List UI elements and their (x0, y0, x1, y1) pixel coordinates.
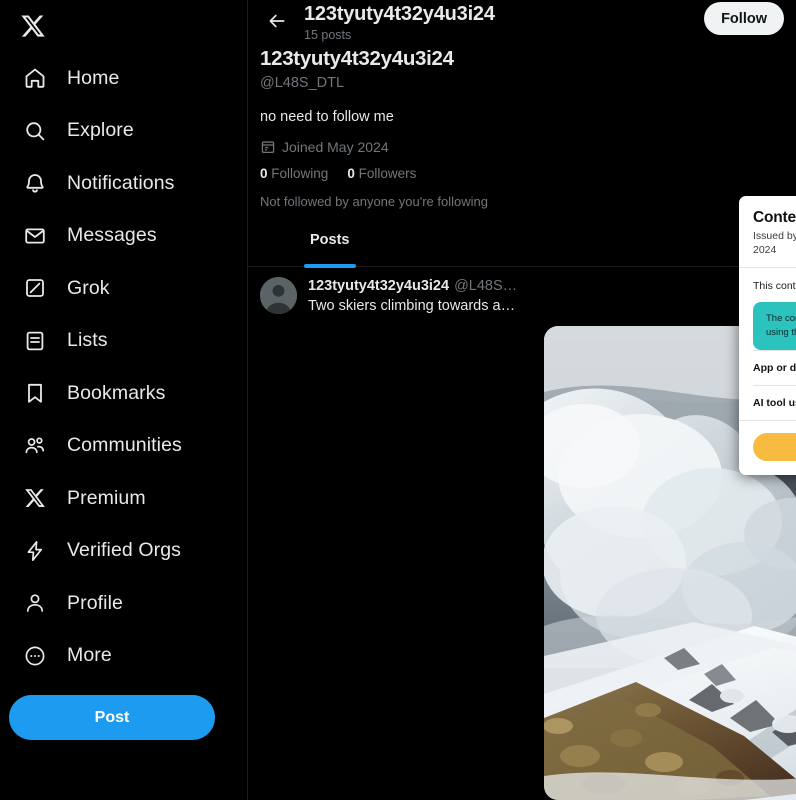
post-author-name: 123tyuty4t32y4u3i24 (308, 278, 450, 294)
sidebar-item-notifications[interactable]: Notifications (10, 157, 248, 210)
sidebar-item-label: Home (67, 66, 120, 89)
list-icon (20, 326, 50, 356)
sidebar-item-label: Profile (67, 591, 123, 614)
sidebar-item-bookmarks[interactable]: Bookmarks (10, 367, 248, 420)
post-text: Two skiers climbing towards a… (308, 298, 516, 314)
x-icon (20, 483, 50, 513)
cc-body: This content was generated with an AI to… (739, 268, 796, 420)
home-icon (20, 63, 50, 93)
profile-header-bar: 123tyuty4t32y4u3i24 15 posts Follow (248, 0, 796, 46)
cc-issued-by: Issued by Digimarc Corporation on 18 Jul… (753, 230, 796, 256)
communities-icon (20, 431, 50, 461)
x-profile-screen: Home Explore Notifications Messages Grok… (0, 0, 796, 800)
sidebar-item-label: Verified Orgs (67, 539, 182, 562)
cc-watermark-banner: The content credentials were retrieved u… (753, 302, 796, 350)
cc-row-ai-tool: AI tool usedAdobe Firefly (753, 385, 796, 420)
more-circle-icon (20, 641, 50, 671)
profile-stats: 0 Following 0 Followers (260, 166, 784, 181)
follow-button[interactable]: Follow (704, 2, 784, 35)
sidebar-item-home[interactable]: Home (10, 52, 248, 105)
cc-row-label: App or device used (753, 362, 796, 374)
page-title: 123tyuty4t32y4u3i24 (304, 3, 495, 25)
sidebar-item-label: More (67, 644, 112, 667)
cc-row-app-device: App or device usedDigimarc (753, 350, 796, 385)
profile-main-column: 123tyuty4t32y4u3i24 15 posts Follow 123t… (248, 0, 796, 800)
calendar-icon (260, 138, 277, 155)
cc-header: Content Credentials Issued by Digimarc C… (739, 196, 796, 268)
posts-count: 15 posts (304, 28, 352, 42)
header-title-group: 123tyuty4t32y4u3i24 15 posts (304, 2, 495, 43)
arrow-left-icon[interactable] (260, 4, 294, 38)
bookmark-icon (20, 378, 50, 408)
sidebar-item-label: Bookmarks (67, 381, 166, 404)
following-count: 0 (260, 166, 268, 181)
profile-joined-label: Joined May 2024 (282, 138, 389, 155)
primary-sidebar: Home Explore Notifications Messages Grok… (0, 0, 248, 800)
grok-icon (20, 273, 50, 303)
tab-label: Posts (310, 232, 350, 248)
post-button[interactable]: Post (9, 695, 215, 740)
cc-title: Content Credentials (753, 209, 796, 226)
following-stat[interactable]: 0 Following (260, 166, 328, 181)
tab-posts[interactable]: Posts (294, 227, 366, 268)
sidebar-item-label: Explore (67, 119, 134, 142)
sidebar-item-communities[interactable]: Communities (10, 420, 248, 473)
sidebar-item-label: Messages (67, 224, 157, 247)
bolt-icon (20, 536, 50, 566)
profile-info: 123tyuty4t32y4u3i24 @L48S_DTL no need to… (248, 46, 796, 211)
sidebar-item-label: Grok (67, 276, 110, 299)
followers-stat[interactable]: 0 Followers (347, 166, 416, 181)
bell-icon (20, 168, 50, 198)
post-author-row: 123tyuty4t32y4u3i24 @L48S… (308, 277, 784, 296)
sidebar-item-grok[interactable]: Grok (10, 262, 248, 315)
sidebar-item-more[interactable]: More (10, 630, 248, 683)
post-item[interactable]: 123tyuty4t32y4u3i24 @L48S… Two skiers cl… (248, 267, 796, 316)
sidebar-item-verified-orgs[interactable]: Verified Orgs (10, 525, 248, 578)
not-followed-note: Not followed by anyone you're following (260, 194, 488, 209)
cc-row-label: AI tool used (753, 397, 796, 409)
person-icon (20, 588, 50, 618)
post-content: 123tyuty4t32y4u3i24 @L48S… Two skiers cl… (308, 277, 784, 316)
sidebar-item-premium[interactable]: Premium (10, 472, 248, 525)
envelope-icon (20, 221, 50, 251)
avatar[interactable] (260, 277, 297, 314)
cc-generated-note: This content was generated with an AI to… (753, 280, 796, 292)
sidebar-item-explore[interactable]: Explore (10, 105, 248, 158)
sidebar-item-messages[interactable]: Messages (10, 210, 248, 263)
search-icon (20, 116, 50, 146)
content-credentials-popup: Content Credentials Issued by Digimarc C… (739, 196, 796, 475)
sidebar-item-label: Communities (67, 434, 182, 457)
profile-bio: no need to follow me (260, 109, 394, 125)
followers-label: Followers (358, 166, 417, 181)
x-logo-icon[interactable] (10, 0, 66, 46)
sidebar-item-label: Premium (67, 486, 146, 509)
sidebar-item-label: Notifications (67, 171, 175, 194)
inspect-button[interactable]: Inspect (753, 433, 796, 461)
profile-handle: @L48S_DTL (260, 75, 345, 91)
sidebar-item-label: Lists (67, 329, 108, 352)
profile-display-name: 123tyuty4t32y4u3i24 (260, 47, 454, 70)
sidebar-item-lists[interactable]: Lists (10, 315, 248, 368)
profile-tabs: Posts (248, 227, 796, 268)
followers-count: 0 (347, 166, 355, 181)
sidebar-nav-list: Home Explore Notifications Messages Grok… (10, 52, 248, 682)
post-author-handle: @L48S… (454, 278, 518, 294)
following-label: Following (271, 166, 329, 181)
cc-footer: Inspect (739, 420, 796, 475)
profile-joined: Joined May 2024 (260, 138, 784, 155)
sidebar-item-profile[interactable]: Profile (10, 577, 248, 630)
